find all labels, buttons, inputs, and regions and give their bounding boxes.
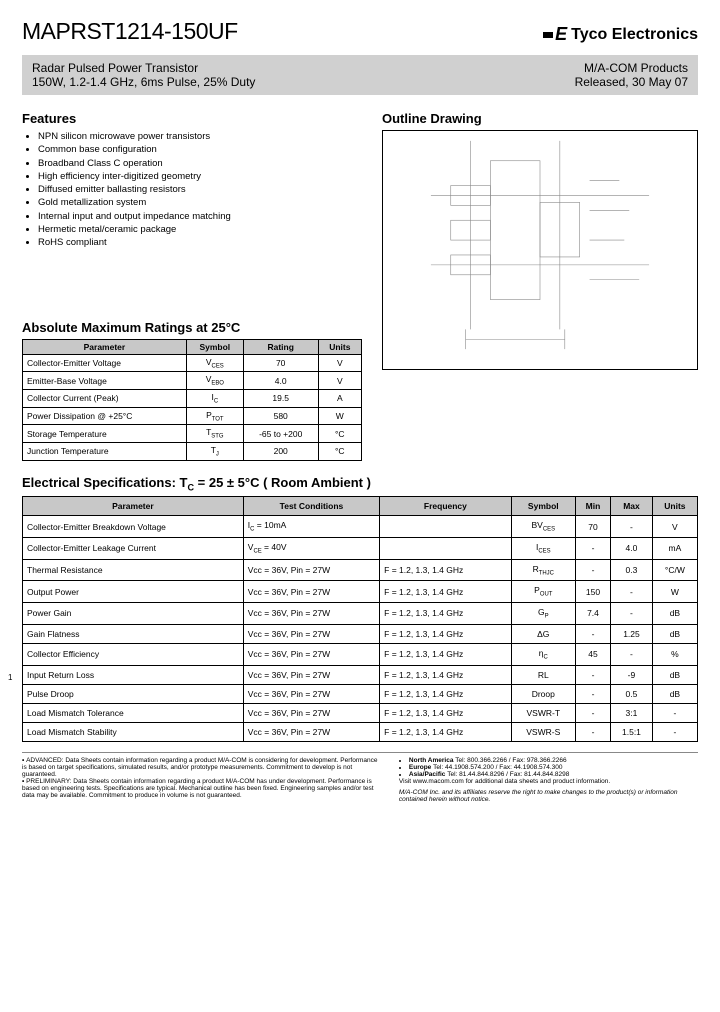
outline-heading: Outline Drawing bbox=[382, 111, 698, 126]
feature-item: Hermetic metal/ceramic package bbox=[38, 223, 362, 236]
package-diagram-icon bbox=[383, 131, 697, 369]
elec-row: Collector-Emitter Breakdown VoltageIC = … bbox=[23, 516, 698, 538]
ratings-header-cell: Rating bbox=[243, 339, 318, 354]
footer-contacts: North America Tel: 800.366.2266 / Fax: 9… bbox=[399, 757, 698, 803]
elec-row: Collector EfficiencyVcc = 36V, Pin = 27W… bbox=[23, 643, 698, 665]
upper-columns: Features NPN silicon microwave power tra… bbox=[22, 105, 698, 461]
ratings-row: Collector-Emitter VoltageVCES70V bbox=[23, 354, 362, 372]
product-title: Radar Pulsed Power Transistor bbox=[32, 61, 255, 75]
page-footer: • ADVANCED: Data Sheets contain informat… bbox=[22, 752, 698, 803]
elec-header-cell: Units bbox=[652, 497, 697, 516]
page-number: 1 bbox=[8, 673, 698, 682]
ratings-row: Storage TemperatureTSTG-65 to +200°C bbox=[23, 425, 362, 443]
feature-item: Gold metallization system bbox=[38, 196, 362, 209]
subheader-left: Radar Pulsed Power Transistor 150W, 1.2-… bbox=[32, 61, 255, 89]
elec-header-cell: Min bbox=[575, 497, 610, 516]
footer-visit: Visit www.macom.com for additional data … bbox=[399, 778, 698, 785]
feature-item: Broadband Class C operation bbox=[38, 157, 362, 170]
elec-heading-rest: = 25 ± 5°C ( Room Ambient ) bbox=[194, 475, 371, 490]
contact-item: Asia/Pacific Tel: 81.44.844.8296 / Fax: … bbox=[409, 771, 698, 778]
company-logo: E Tyco Electronics bbox=[543, 24, 698, 45]
elec-header-cell: Max bbox=[611, 497, 653, 516]
contact-item: North America Tel: 800.366.2266 / Fax: 9… bbox=[409, 757, 698, 764]
release-date: Released, 30 May 07 bbox=[575, 75, 688, 89]
feature-item: Common base configuration bbox=[38, 143, 362, 156]
ratings-header-cell: Units bbox=[318, 339, 361, 354]
ratings-row: Collector Current (Peak)IC19.5A bbox=[23, 390, 362, 408]
feature-item: High efficiency inter-digitized geometry bbox=[38, 170, 362, 183]
elec-header-cell: Symbol bbox=[511, 497, 575, 516]
elec-table: ParameterTest ConditionsFrequencySymbolM… bbox=[22, 496, 698, 741]
logo-icon: E bbox=[543, 24, 567, 45]
feature-item: Diffused emitter ballasting resistors bbox=[38, 183, 362, 196]
part-number: MAPRST1214-150UF bbox=[22, 18, 238, 45]
elec-row: Load Mismatch ToleranceVcc = 36V, Pin = … bbox=[23, 703, 698, 722]
ratings-table: ParameterSymbolRatingUnits Collector-Emi… bbox=[22, 339, 362, 461]
product-spec: 150W, 1.2-1.4 GHz, 6ms Pulse, 25% Duty bbox=[32, 75, 255, 89]
feature-item: RoHS compliant bbox=[38, 236, 362, 249]
ratings-row: Junction TemperatureTJ200°C bbox=[23, 443, 362, 461]
footer-preliminary: • PRELIMINARY: Data Sheets contain infor… bbox=[22, 778, 381, 799]
subheader-bar: Radar Pulsed Power Transistor 150W, 1.2-… bbox=[22, 55, 698, 95]
features-heading: Features bbox=[22, 111, 362, 126]
ratings-header-cell: Symbol bbox=[186, 339, 243, 354]
ratings-header-cell: Parameter bbox=[23, 339, 187, 354]
features-column: Features NPN silicon microwave power tra… bbox=[22, 105, 362, 461]
elec-row: Pulse DroopVcc = 36V, Pin = 27WF = 1.2, … bbox=[23, 684, 698, 703]
outline-drawing bbox=[382, 130, 698, 370]
ratings-row: Emitter-Base VoltageVEBO4.0V bbox=[23, 372, 362, 390]
company-name: Tyco Electronics bbox=[571, 26, 698, 44]
contact-item: Europe Tel: 44.1908.574.200 / Fax: 44.19… bbox=[409, 764, 698, 771]
outline-column: Outline Drawing bbox=[382, 105, 698, 461]
elec-row: Power GainVcc = 36V, Pin = 27WF = 1.2, 1… bbox=[23, 603, 698, 625]
subheader-right: M/A-COM Products Released, 30 May 07 bbox=[575, 61, 688, 89]
elec-row: Thermal ResistanceVcc = 36V, Pin = 27WF … bbox=[23, 559, 698, 581]
ratings-heading: Absolute Maximum Ratings at 25°C bbox=[22, 320, 362, 335]
features-list: NPN silicon microwave power transistorsC… bbox=[38, 130, 362, 250]
elec-heading-text: Electrical Specifications: T bbox=[22, 475, 187, 490]
elec-row: Collector-Emitter Leakage CurrentVCE = 4… bbox=[23, 538, 698, 560]
elec-row: Output PowerVcc = 36V, Pin = 27WF = 1.2,… bbox=[23, 581, 698, 603]
elec-header-cell: Parameter bbox=[23, 497, 244, 516]
elec-header-cell: Frequency bbox=[380, 497, 512, 516]
footer-advanced: • ADVANCED: Data Sheets contain informat… bbox=[22, 757, 381, 778]
ratings-row: Power Dissipation @ +25°CPTOT580W bbox=[23, 407, 362, 425]
footer-disclaimer: M/A-COM Inc. and its affiliates reserve … bbox=[399, 789, 698, 803]
elec-row: Gain FlatnessVcc = 36V, Pin = 27WF = 1.2… bbox=[23, 624, 698, 643]
elec-heading: Electrical Specifications: TC = 25 ± 5°C… bbox=[22, 475, 698, 493]
elec-row: Load Mismatch StabilityVcc = 36V, Pin = … bbox=[23, 722, 698, 741]
page-header: MAPRST1214-150UF E Tyco Electronics bbox=[22, 18, 698, 45]
footer-notes: • ADVANCED: Data Sheets contain informat… bbox=[22, 757, 381, 803]
elec-header-cell: Test Conditions bbox=[243, 497, 379, 516]
product-line: M/A-COM Products bbox=[575, 61, 688, 75]
feature-item: NPN silicon microwave power transistors bbox=[38, 130, 362, 143]
feature-item: Internal input and output impedance matc… bbox=[38, 210, 362, 223]
